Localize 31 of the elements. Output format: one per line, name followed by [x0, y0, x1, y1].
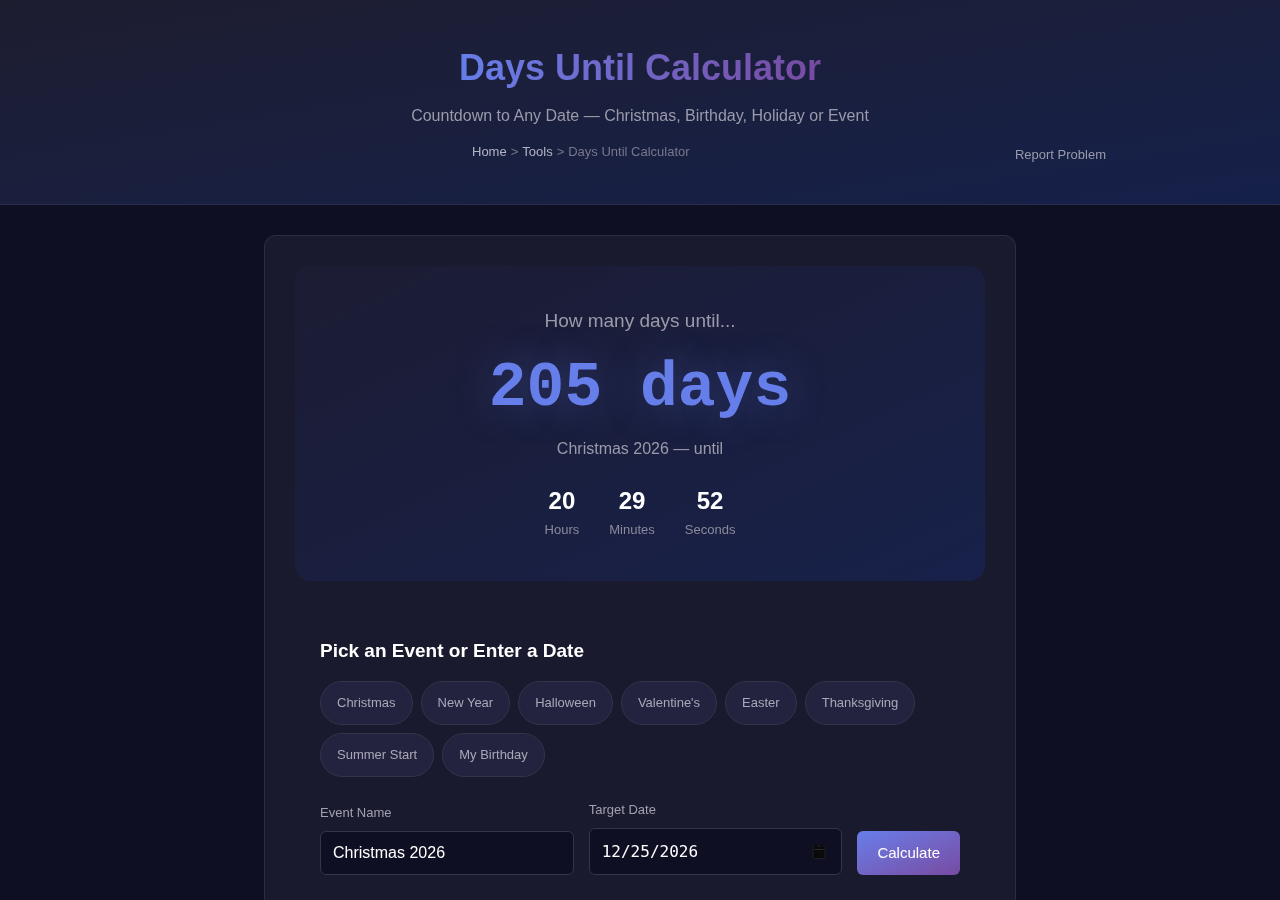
event-caption: Christmas 2026 — until [556, 439, 724, 459]
event-preset-chip[interactable]: Halloween [518, 681, 613, 725]
breadcrumb-separator: > [556, 143, 565, 161]
field-label: Target Date [588, 801, 657, 819]
time-value: 20 [548, 486, 576, 516]
section-heading: Pick an Event or Enter a Date [320, 639, 585, 663]
event-preset-chip[interactable]: Christmas [320, 681, 413, 725]
breadcrumb-current: Days Until Calculator [568, 143, 690, 161]
date-input[interactable]: 12/25/2026 [588, 828, 843, 875]
field-label: Event Name [320, 804, 393, 822]
event-name-input[interactable]: Christmas 2026 [320, 831, 574, 875]
time-value: 29 [618, 486, 646, 516]
event-preset-chip[interactable]: My Birthday [442, 733, 545, 777]
report-problem-link[interactable]: Report Problem [1014, 145, 1106, 165]
time-unit-label: Seconds [684, 521, 736, 539]
breadcrumb-link[interactable]: Tools [522, 142, 553, 162]
page-subtitle: Countdown to Any Date — Christmas, Birthday, Holiday or Event [411, 106, 869, 126]
days-count: 205 days [488, 352, 792, 426]
calendar-icon[interactable] [812, 844, 827, 859]
event-preset-chip[interactable]: New Year [420, 681, 511, 725]
time-unit-label: Minutes [609, 521, 655, 539]
event-preset-chip[interactable]: Summer Start [320, 733, 435, 777]
event-preset-chip[interactable]: Thanksgiving [804, 681, 916, 725]
breadcrumb-separator: > [510, 143, 519, 161]
time-value: 52 [696, 486, 724, 516]
event-preset-chip[interactable]: Valentine's [620, 681, 718, 725]
calculate-button[interactable]: Calculate [857, 831, 960, 875]
breadcrumb-link[interactable]: Home [472, 142, 507, 162]
result-prompt: How many days until... [544, 309, 736, 333]
event-preset-chip[interactable]: Easter [725, 681, 797, 725]
time-unit-label: Hours [544, 521, 580, 539]
